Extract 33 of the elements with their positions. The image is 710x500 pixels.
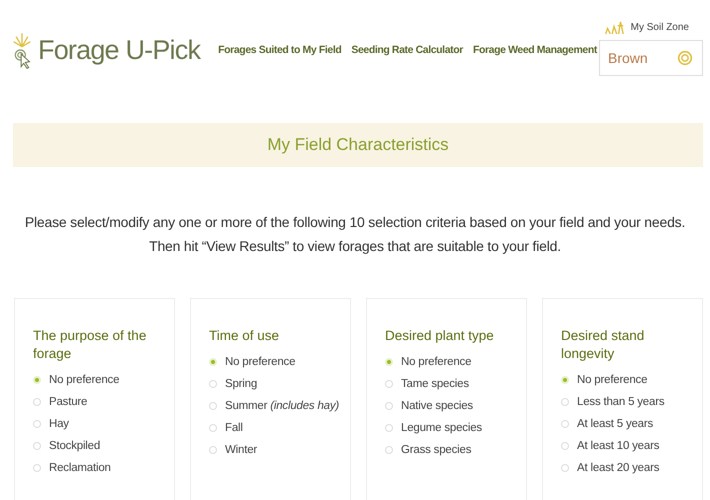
option-label[interactable]: Stockpiled [49, 440, 100, 452]
nav-link[interactable]: Forage Weed Management [472, 44, 597, 56]
instruction-text: Please select/modify any one or more of the following 10 selection criteria based on your field and your needs. [24, 213, 686, 232]
soil-zone-selector[interactable]: Brown [599, 40, 703, 76]
soil-zone-label: My Soil Zone [630, 22, 689, 33]
criteria-title: Desired stand longevity [561, 327, 646, 363]
option-label[interactable]: Legume species [401, 422, 482, 434]
option-label[interactable]: Pasture [49, 396, 88, 408]
option-label[interactable]: Native species [401, 400, 473, 412]
option-label[interactable]: Hay [49, 418, 69, 430]
option-label[interactable]: No preference [577, 374, 648, 386]
option-label[interactable]: Winter [225, 444, 258, 456]
option-label[interactable]: No preference [49, 374, 120, 386]
option-label[interactable]: At least 10 years [577, 440, 660, 452]
option-label[interactable]: Spring [225, 378, 258, 390]
option-label[interactable]: No preference [225, 356, 296, 368]
option-label[interactable]: No preference [401, 356, 472, 368]
section-title: My Field Characteristics [267, 135, 449, 155]
nav-link[interactable]: Forages Suited to My Field [218, 44, 342, 56]
criteria-title: The purpose of the forage [33, 327, 148, 363]
instruction-text: Then hit “View Results” to view forages that are suitable to your field. [148, 237, 562, 256]
option-label[interactable]: Tame species [401, 378, 469, 390]
option-label[interactable]: At least 5 years [577, 418, 654, 430]
option-label[interactable]: At least 20 years [577, 462, 660, 474]
nav-link[interactable]: Seeding Rate Calculator [351, 44, 463, 56]
criteria-title: Time of use [209, 327, 280, 345]
option-label[interactable]: Summer (includes hay) [225, 400, 340, 412]
option-label[interactable]: Reclamation [49, 462, 111, 474]
site-logo[interactable]: Forage U-Pick [38, 34, 200, 66]
option-label[interactable]: Fall [225, 422, 243, 434]
option-label[interactable]: Grass species [401, 444, 472, 456]
criteria-title: Desired plant type [385, 327, 495, 345]
option-label[interactable]: Less than 5 years [577, 396, 664, 408]
